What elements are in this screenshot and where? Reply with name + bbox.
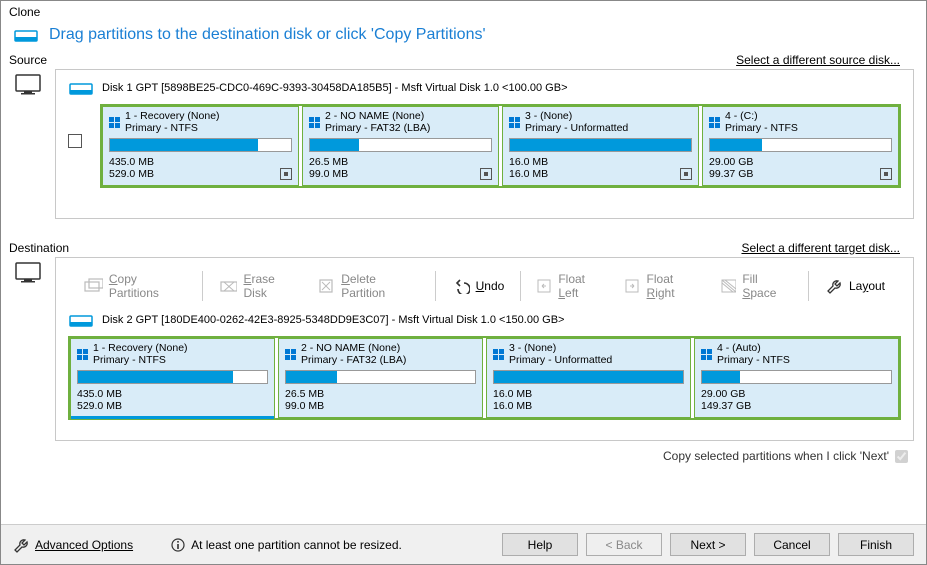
disk-icon [68,310,94,330]
partition-2[interactable]: 2 - NO NAME (None)Primary - FAT32 (LBA)2… [302,106,499,186]
select-different-target-link[interactable]: Select a different target disk... [741,241,900,255]
float-left-button[interactable]: Float Left [529,268,613,304]
footer-info: At least one partition cannot be resized… [171,538,402,552]
copy-selected-checkbox[interactable] [895,450,908,463]
partition-3[interactable]: 3 - (None)Primary - Unformatted16.0 MB16… [502,106,699,186]
float-right-button[interactable]: Float Right [617,268,709,304]
source-select-all-checkbox[interactable] [68,134,82,148]
monitor-icon [13,69,43,229]
partition-3[interactable]: 3 - (None)Primary - Unformatted16.0 MB16… [486,338,691,418]
disk-icon [13,25,39,45]
destination-toolbar: Copy Partitions Erase Disk Delete Partit… [68,266,901,310]
source-partitions: 1 - Recovery (None)Primary - NTFS435.0 M… [100,104,901,188]
partition-menu-icon[interactable] [880,168,892,180]
source-panel: Disk 1 GPT [5898BE25-CDC0-469C-9393-3045… [55,69,914,219]
footer-bar: Advanced Options At least one partition … [1,524,926,564]
advanced-options-link[interactable]: Advanced Options [13,537,133,553]
partition-1[interactable]: 1 - Recovery (None)Primary - NTFS435.0 M… [70,338,275,418]
delete-partition-button[interactable]: Delete Partition [310,268,426,304]
destination-partitions: 1 - Recovery (None)Primary - NTFS435.0 M… [68,336,901,420]
help-button[interactable]: Help [502,533,578,556]
partition-menu-icon[interactable] [480,168,492,180]
source-disk-info: Disk 1 GPT [5898BE25-CDC0-469C-9393-3045… [102,82,568,94]
fill-space-button[interactable]: Fill Space [713,268,800,304]
partition-2[interactable]: 2 - NO NAME (None)Primary - FAT32 (LBA)2… [278,338,483,418]
destination-panel: Copy Partitions Erase Disk Delete Partit… [55,257,914,441]
monitor-icon [13,257,43,441]
back-button: < Back [586,533,662,556]
destination-label: Destination [9,241,69,255]
instruction-row: Drag partitions to the destination disk … [1,23,926,53]
finish-button[interactable]: Finish [838,533,914,556]
partition-menu-icon[interactable] [680,168,692,180]
layout-button[interactable]: Layout [817,274,893,298]
destination-disk-info: Disk 2 GPT [180DE400-0262-42E3-8925-5348… [102,314,564,326]
copy-selected-label: Copy selected partitions when I click 'N… [663,449,889,463]
next-button[interactable]: Next > [670,533,746,556]
partition-4[interactable]: 4 - (C:)Primary - NTFS29.00 GB99.37 GB [702,106,899,186]
window-title: Clone [1,1,926,23]
copy-partitions-button[interactable]: Copy Partitions [76,268,194,304]
erase-disk-button[interactable]: Erase Disk [211,268,307,304]
select-different-source-link[interactable]: Select a different source disk... [736,53,900,67]
cancel-button[interactable]: Cancel [754,533,830,556]
source-label: Source [9,53,47,67]
partition-4[interactable]: 4 - (Auto)Primary - NTFS29.00 GB149.37 G… [694,338,899,418]
partition-1[interactable]: 1 - Recovery (None)Primary - NTFS435.0 M… [102,106,299,186]
partition-menu-icon[interactable] [280,168,292,180]
undo-button[interactable]: Undo [444,274,513,298]
disk-icon [68,78,94,98]
instruction-text: Drag partitions to the destination disk … [49,26,486,44]
